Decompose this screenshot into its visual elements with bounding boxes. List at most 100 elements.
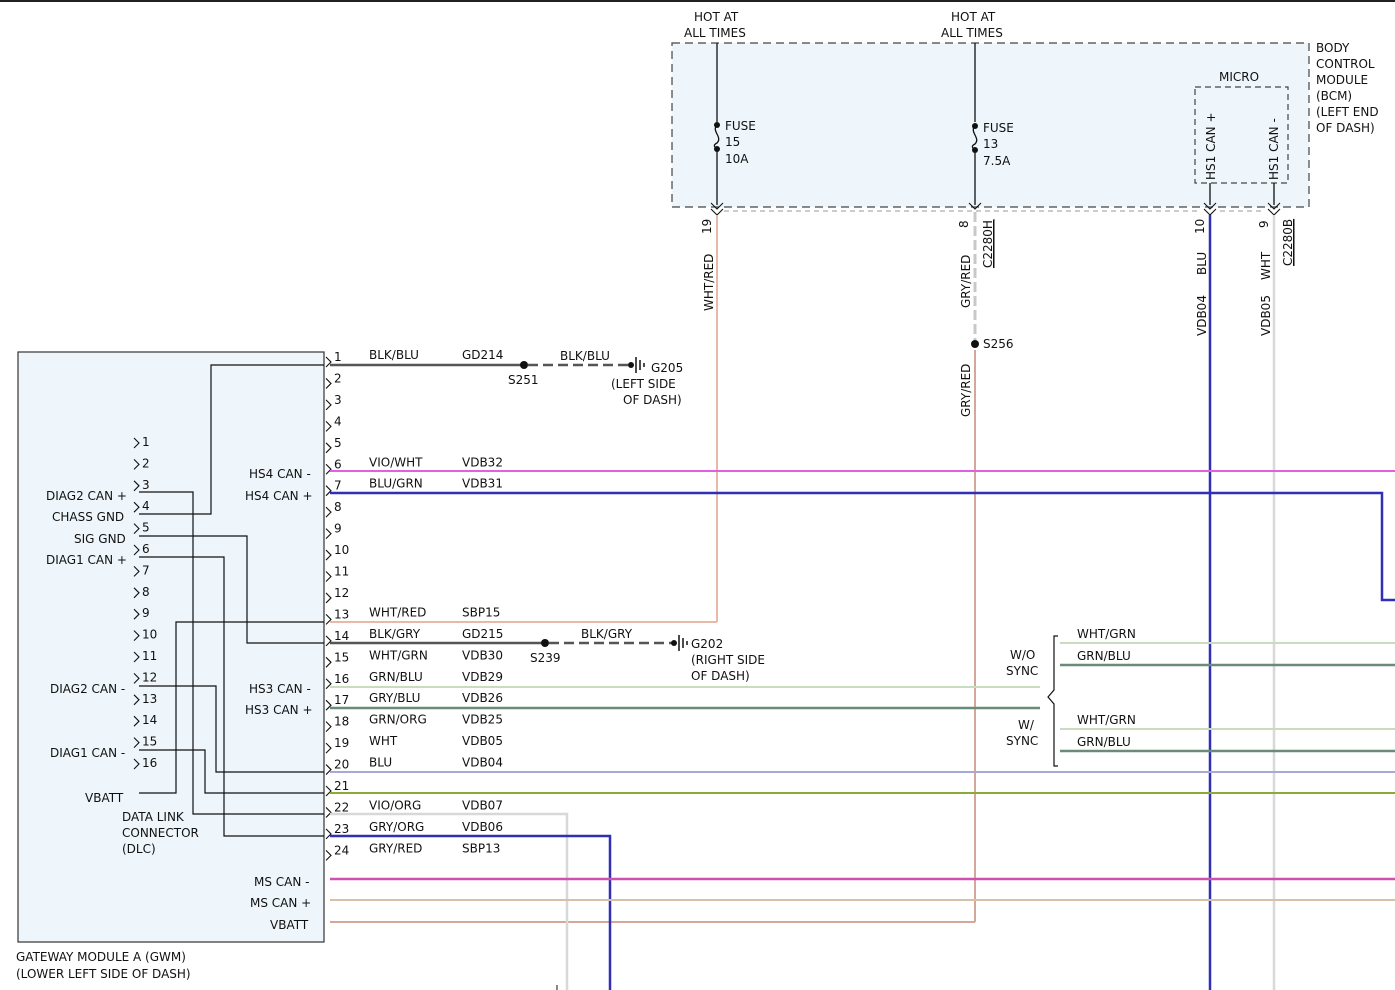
- bcm-title-line: CONTROL: [1316, 57, 1375, 71]
- connector-id-c2280h: C2280H: [981, 220, 995, 268]
- gwm-label-ms-can-minus: MS CAN -: [254, 875, 310, 889]
- splice-s251-dot: [520, 361, 528, 369]
- sync-options: W/O SYNC W/ SYNC WHT/GRN GRN/BLU WHT/GRN…: [1006, 627, 1395, 767]
- gwm-wire-circuit: VDB07: [462, 798, 503, 812]
- connector-id-c2280b: C2280B: [1281, 219, 1295, 266]
- gwm-wire-color: GRY/BLU: [369, 691, 420, 705]
- gwm-pin-number: 3: [334, 393, 342, 407]
- gwm-pin-number: 6: [334, 457, 342, 471]
- gwm-wire-color: WHT: [369, 734, 398, 748]
- gwm-pin-number: 11: [334, 565, 349, 579]
- gwm-pins: 1 BLK/BLU GD21423456 VIO/WHT VDB327 BLU/GRN VD…: [325, 348, 503, 861]
- dlc-label-sig-gnd: SIG GND: [74, 532, 126, 546]
- gwm-wire-circuit: VDB25: [462, 713, 503, 727]
- wire-label-blk-gry: BLK/GRY: [581, 627, 633, 641]
- fuse-number: 15: [725, 135, 740, 149]
- dlc-pin-number: 5: [142, 521, 150, 535]
- gwm-subtitle: (LOWER LEFT SIDE OF DASH): [16, 967, 191, 981]
- pin-chevron-icon: [325, 463, 332, 475]
- gwm-wire-color: GRN/ORG: [369, 713, 427, 727]
- wire-label-wht-grn: WHT/GRN: [1077, 627, 1136, 641]
- pin-chevron-icon: [325, 549, 332, 561]
- gwm-wire-color: VIO/ORG: [369, 798, 421, 812]
- dlc-pin-number: 16: [142, 756, 157, 770]
- gwm-pin-number: 4: [334, 414, 342, 428]
- hs1-can-minus-label: HS1 CAN -: [1267, 118, 1281, 180]
- gwm-pin-number: 7: [334, 479, 342, 493]
- gwm-wire-color: BLK/BLU: [369, 348, 419, 362]
- ground-g202-location: OF DASH): [691, 669, 750, 683]
- ground-dot: [671, 640, 677, 646]
- gwm-wire-circuit: VDB05: [462, 734, 503, 748]
- gwm-pin-number: 24: [334, 843, 349, 857]
- gwm-wire-color: WHT/RED: [369, 605, 426, 619]
- gwm-pin-number: 19: [334, 736, 349, 750]
- ground-g205-label: G205: [651, 361, 683, 375]
- gwm-wire-color: BLU/GRN: [369, 477, 423, 491]
- wiring-diagram: MICRO HS1 CAN + HS1 CAN - BODY CONTROL M…: [0, 0, 1395, 990]
- bcm-title-line: BODY: [1316, 41, 1350, 55]
- bcm-module: MICRO HS1 CAN + HS1 CAN - BODY CONTROL M…: [671, 41, 1379, 208]
- gwm-box: [17, 351, 325, 943]
- bcm-title-line: MODULE: [1316, 73, 1368, 87]
- splice-s251-label: S251: [508, 373, 539, 387]
- bcm-pin-number: 8: [957, 220, 971, 228]
- pin-chevron-icon: [325, 378, 332, 389]
- w-sync-label: SYNC: [1006, 734, 1038, 748]
- dlc-title: DATA LINK: [122, 810, 185, 824]
- wire-label-blk-blu: BLK/BLU: [560, 349, 610, 363]
- pin-chevron-icon: [325, 807, 332, 818]
- pin-chevron-icon: [325, 528, 332, 539]
- gwm-pin-number: 15: [334, 650, 349, 664]
- wire-label-gry-red: GRY/RED: [959, 255, 973, 308]
- pin-chevron-icon: [325, 592, 332, 604]
- pin-chevron-icon: [325, 764, 332, 775]
- dlc-pin-number: 3: [142, 478, 150, 492]
- pin-chevron-icon: [325, 849, 332, 861]
- gwm-wire-circuit: GD214: [462, 348, 503, 362]
- wire-label-vdb04: VDB04: [1195, 295, 1209, 336]
- gwm-label-hs4-can-minus: HS4 CAN -: [249, 467, 311, 481]
- wire-blu-grn: [330, 491, 1395, 602]
- bcm-title-line: (BCM): [1316, 89, 1352, 103]
- fuse-rating: 7.5A: [983, 154, 1011, 168]
- gwm-label-hs4-can-plus: HS4 CAN +: [245, 489, 313, 503]
- splice-s239-label: S239: [530, 651, 561, 665]
- gwm-wire-color: WHT/GRN: [369, 648, 428, 662]
- gwm-pin-number: 13: [334, 607, 349, 621]
- fuse-number: 13: [983, 137, 998, 151]
- fuse-label: FUSE: [983, 121, 1014, 135]
- gwm-pin-number: 14: [334, 629, 349, 643]
- wire-label-wht-red: WHT/RED: [702, 254, 716, 311]
- gwm-wire-circuit: VDB04: [462, 756, 503, 770]
- w-sync-label: W/: [1018, 718, 1035, 732]
- dlc-label-vbatt: VBATT: [85, 791, 124, 805]
- bcm-pin-number: 19: [700, 219, 714, 234]
- wire-label-blu: BLU: [1195, 252, 1209, 275]
- splice-s256-label: S256: [983, 337, 1014, 351]
- wire-label-grn-blu: GRN/BLU: [1077, 649, 1131, 663]
- dlc-pin-number: 8: [142, 585, 150, 599]
- pin-chevron-icon: [325, 399, 332, 411]
- ground-g202-label: G202: [691, 637, 723, 651]
- pin-chevron-icon: [325, 721, 332, 733]
- gwm-label-vbatt: VBATT: [270, 918, 309, 932]
- pin-chevron-icon: [325, 635, 332, 647]
- pin-chevron-icon: [325, 506, 332, 518]
- ground-g205-location: OF DASH): [623, 393, 682, 407]
- wire-label-gry-red: GRY/RED: [959, 364, 973, 417]
- wire-label-wht: WHT: [1259, 251, 1273, 280]
- dlc-label-diag2-can-minus: DIAG2 CAN -: [50, 682, 125, 696]
- wire-wht-vdb05: [330, 812, 569, 990]
- hot-at-label: HOT AT: [951, 10, 996, 24]
- gwm-wire-circuit: VDB06: [462, 820, 503, 834]
- dlc-pin-number: 2: [142, 456, 150, 470]
- gwm-wire-circuit: VDB29: [462, 670, 503, 684]
- pin-chevron-icon: [325, 571, 332, 582]
- gwm-wire-color: GRY/RED: [369, 841, 422, 855]
- wo-sync-label: SYNC: [1006, 664, 1038, 678]
- pin-chevron-icon: [325, 656, 332, 668]
- gwm-wire-circuit: VDB31: [462, 477, 503, 491]
- wire-label-wht-grn: WHT/GRN: [1077, 713, 1136, 727]
- pin-chevron-icon: [325, 785, 332, 797]
